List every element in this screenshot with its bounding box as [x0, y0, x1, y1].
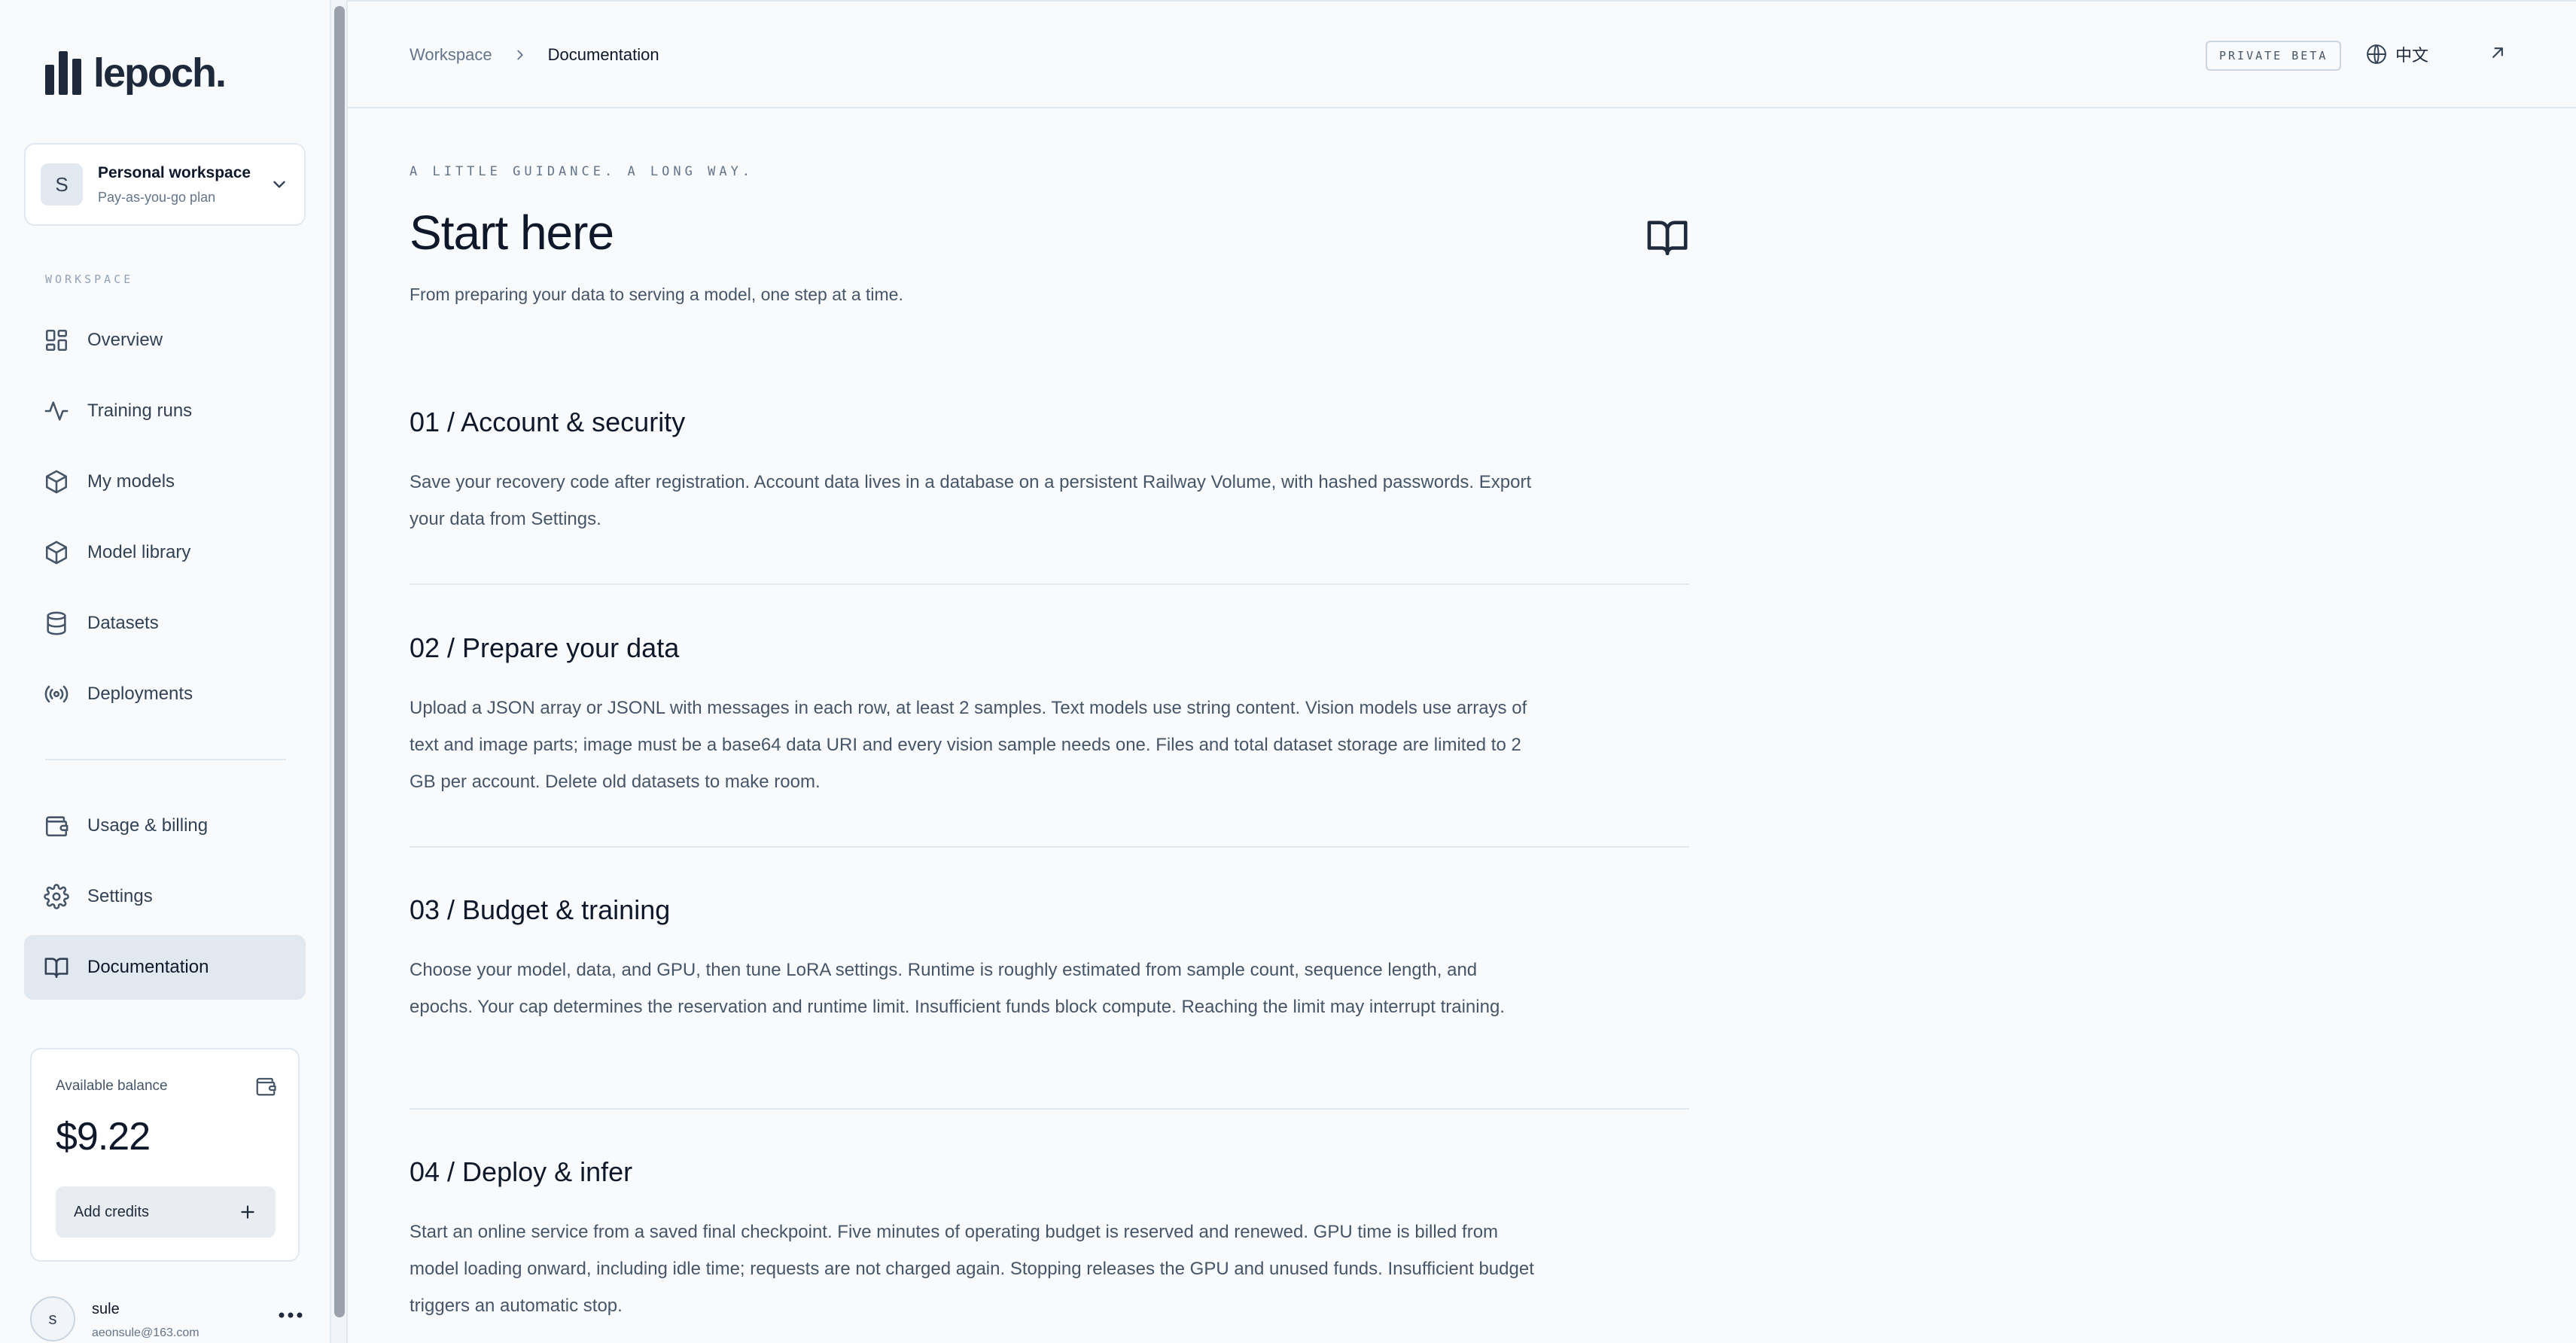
user-email: aeonsule@163.com: [92, 1326, 199, 1339]
sidebar-item-label: Datasets: [87, 613, 159, 633]
sidebar-item-documentation[interactable]: Documentation: [24, 935, 306, 1000]
language-label: 中文: [2395, 46, 2429, 65]
sidebar-item-label: Usage & billing: [87, 815, 209, 836]
book-icon: [1647, 221, 1688, 256]
sidebar-item-label: Deployments: [87, 684, 193, 704]
book-icon: [44, 958, 69, 979]
box-icon: [45, 470, 68, 494]
section-body: Save your recovery code after registrati…: [410, 472, 1532, 529]
balance-label: Available balance: [56, 1078, 168, 1094]
breadcrumb: Workspace Documentation: [410, 45, 659, 65]
sidebar: lepoch. S Personal workspace Pay-as-you-…: [0, 0, 331, 1343]
top-bar: Workspace Documentation PRIVATE BETA 中文: [348, 0, 2576, 108]
chevron-down-icon: [273, 181, 285, 188]
workspace-plan: Pay-as-you-go plan: [98, 189, 216, 205]
workspace-name: Personal workspace: [98, 163, 251, 181]
section-divider: [410, 846, 1689, 848]
gear-icon: [44, 884, 69, 909]
page-kicker: A LITTLE GUIDANCE. A LONG WAY.: [410, 164, 754, 179]
section-heading: 04 / Deploy & infer: [410, 1156, 633, 1187]
broadcast-icon: [44, 685, 69, 703]
status-badge: PRIVATE BETA: [2206, 41, 2342, 71]
sidebar-item-label: Model library: [87, 542, 191, 562]
breadcrumb-workspace[interactable]: Workspace: [410, 45, 492, 65]
section-heading: 03 / Budget & training: [410, 894, 671, 925]
sidebar-item-settings[interactable]: Settings: [24, 864, 306, 929]
add-credits-button[interactable]: Add credits: [56, 1186, 276, 1238]
sidebar-item-label: Settings: [87, 886, 153, 906]
arrow-up-right-icon[interactable]: [2487, 42, 2508, 63]
sidebar-item-label: Training runs: [87, 400, 193, 421]
sidebar-item-model-library[interactable]: Model library: [24, 520, 306, 585]
section-body: Upload a JSON array or JSONL with messag…: [410, 698, 1527, 792]
doc-section-account-security: 01 / Account & security Save your recove…: [410, 407, 1689, 538]
sidebar-item-my-models[interactable]: My models: [24, 449, 306, 514]
logo-mark-icon: [45, 51, 81, 95]
user-name: sule: [92, 1301, 120, 1317]
brand-logo[interactable]: lepoch.: [45, 50, 227, 96]
balance-card: Available balance $9.22 Add credits: [30, 1048, 300, 1262]
sidebar-scrollbar-thumb[interactable]: [334, 6, 345, 1317]
sidebar-item-overview[interactable]: Overview: [24, 308, 306, 373]
page-subtitle: From preparing your data to serving a mo…: [410, 285, 903, 304]
chevron-right-icon: [516, 50, 523, 60]
section-label-workspace: WORKSPACE: [45, 273, 134, 286]
balance-amount: $9.22: [56, 1115, 151, 1159]
section-divider: [410, 583, 1689, 585]
section-body: Choose your model, data, and GPU, then t…: [410, 960, 1505, 1017]
box-icon: [45, 541, 68, 565]
breadcrumb-documentation: Documentation: [547, 45, 659, 64]
add-credits-label: Add credits: [74, 1203, 150, 1220]
section-body: Start an online service from a saved fin…: [410, 1222, 1534, 1316]
doc-section-prepare-data: 02 / Prepare your data Upload a JSON arr…: [410, 632, 1689, 800]
plus-icon: [241, 1205, 254, 1219]
sidebar-divider: [45, 759, 286, 760]
sidebar-item-label: My models: [87, 471, 175, 492]
avatar: s: [30, 1296, 75, 1341]
activity-icon: [44, 401, 69, 421]
wallet-icon: [45, 816, 69, 837]
language-switcher[interactable]: 中文: [2365, 42, 2428, 66]
grid-icon: [45, 329, 68, 352]
brand-name: lepoch.: [93, 50, 227, 96]
wallet-icon[interactable]: [254, 1075, 277, 1098]
sidebar-item-datasets[interactable]: Datasets: [24, 591, 306, 656]
database-icon: [47, 611, 66, 635]
sidebar-item-usage-billing[interactable]: Usage & billing: [24, 793, 306, 858]
user-profile[interactable]: s sule aeonsule@163.com: [30, 1296, 309, 1343]
workspace-switcher[interactable]: S Personal workspace Pay-as-you-go plan: [24, 143, 306, 226]
more-horizontal-icon[interactable]: [277, 1308, 304, 1322]
doc-section-deploy-infer: 04 / Deploy & infer Start an online serv…: [410, 1156, 1689, 1324]
workspace-avatar: S: [41, 163, 83, 206]
sidebar-item-label: Documentation: [87, 957, 209, 977]
section-divider: [410, 1108, 1689, 1110]
sidebar-item-label: Overview: [87, 330, 163, 350]
section-heading: 01 / Account & security: [410, 407, 686, 437]
doc-section-budget-training: 03 / Budget & training Choose your model…: [410, 894, 1689, 1025]
section-heading: 02 / Prepare your data: [410, 632, 680, 663]
page-title: Start here: [410, 206, 614, 260]
sidebar-item-training-runs[interactable]: Training runs: [24, 379, 306, 443]
sidebar-item-deployments[interactable]: Deployments: [24, 662, 306, 726]
globe-icon: [2367, 44, 2386, 64]
